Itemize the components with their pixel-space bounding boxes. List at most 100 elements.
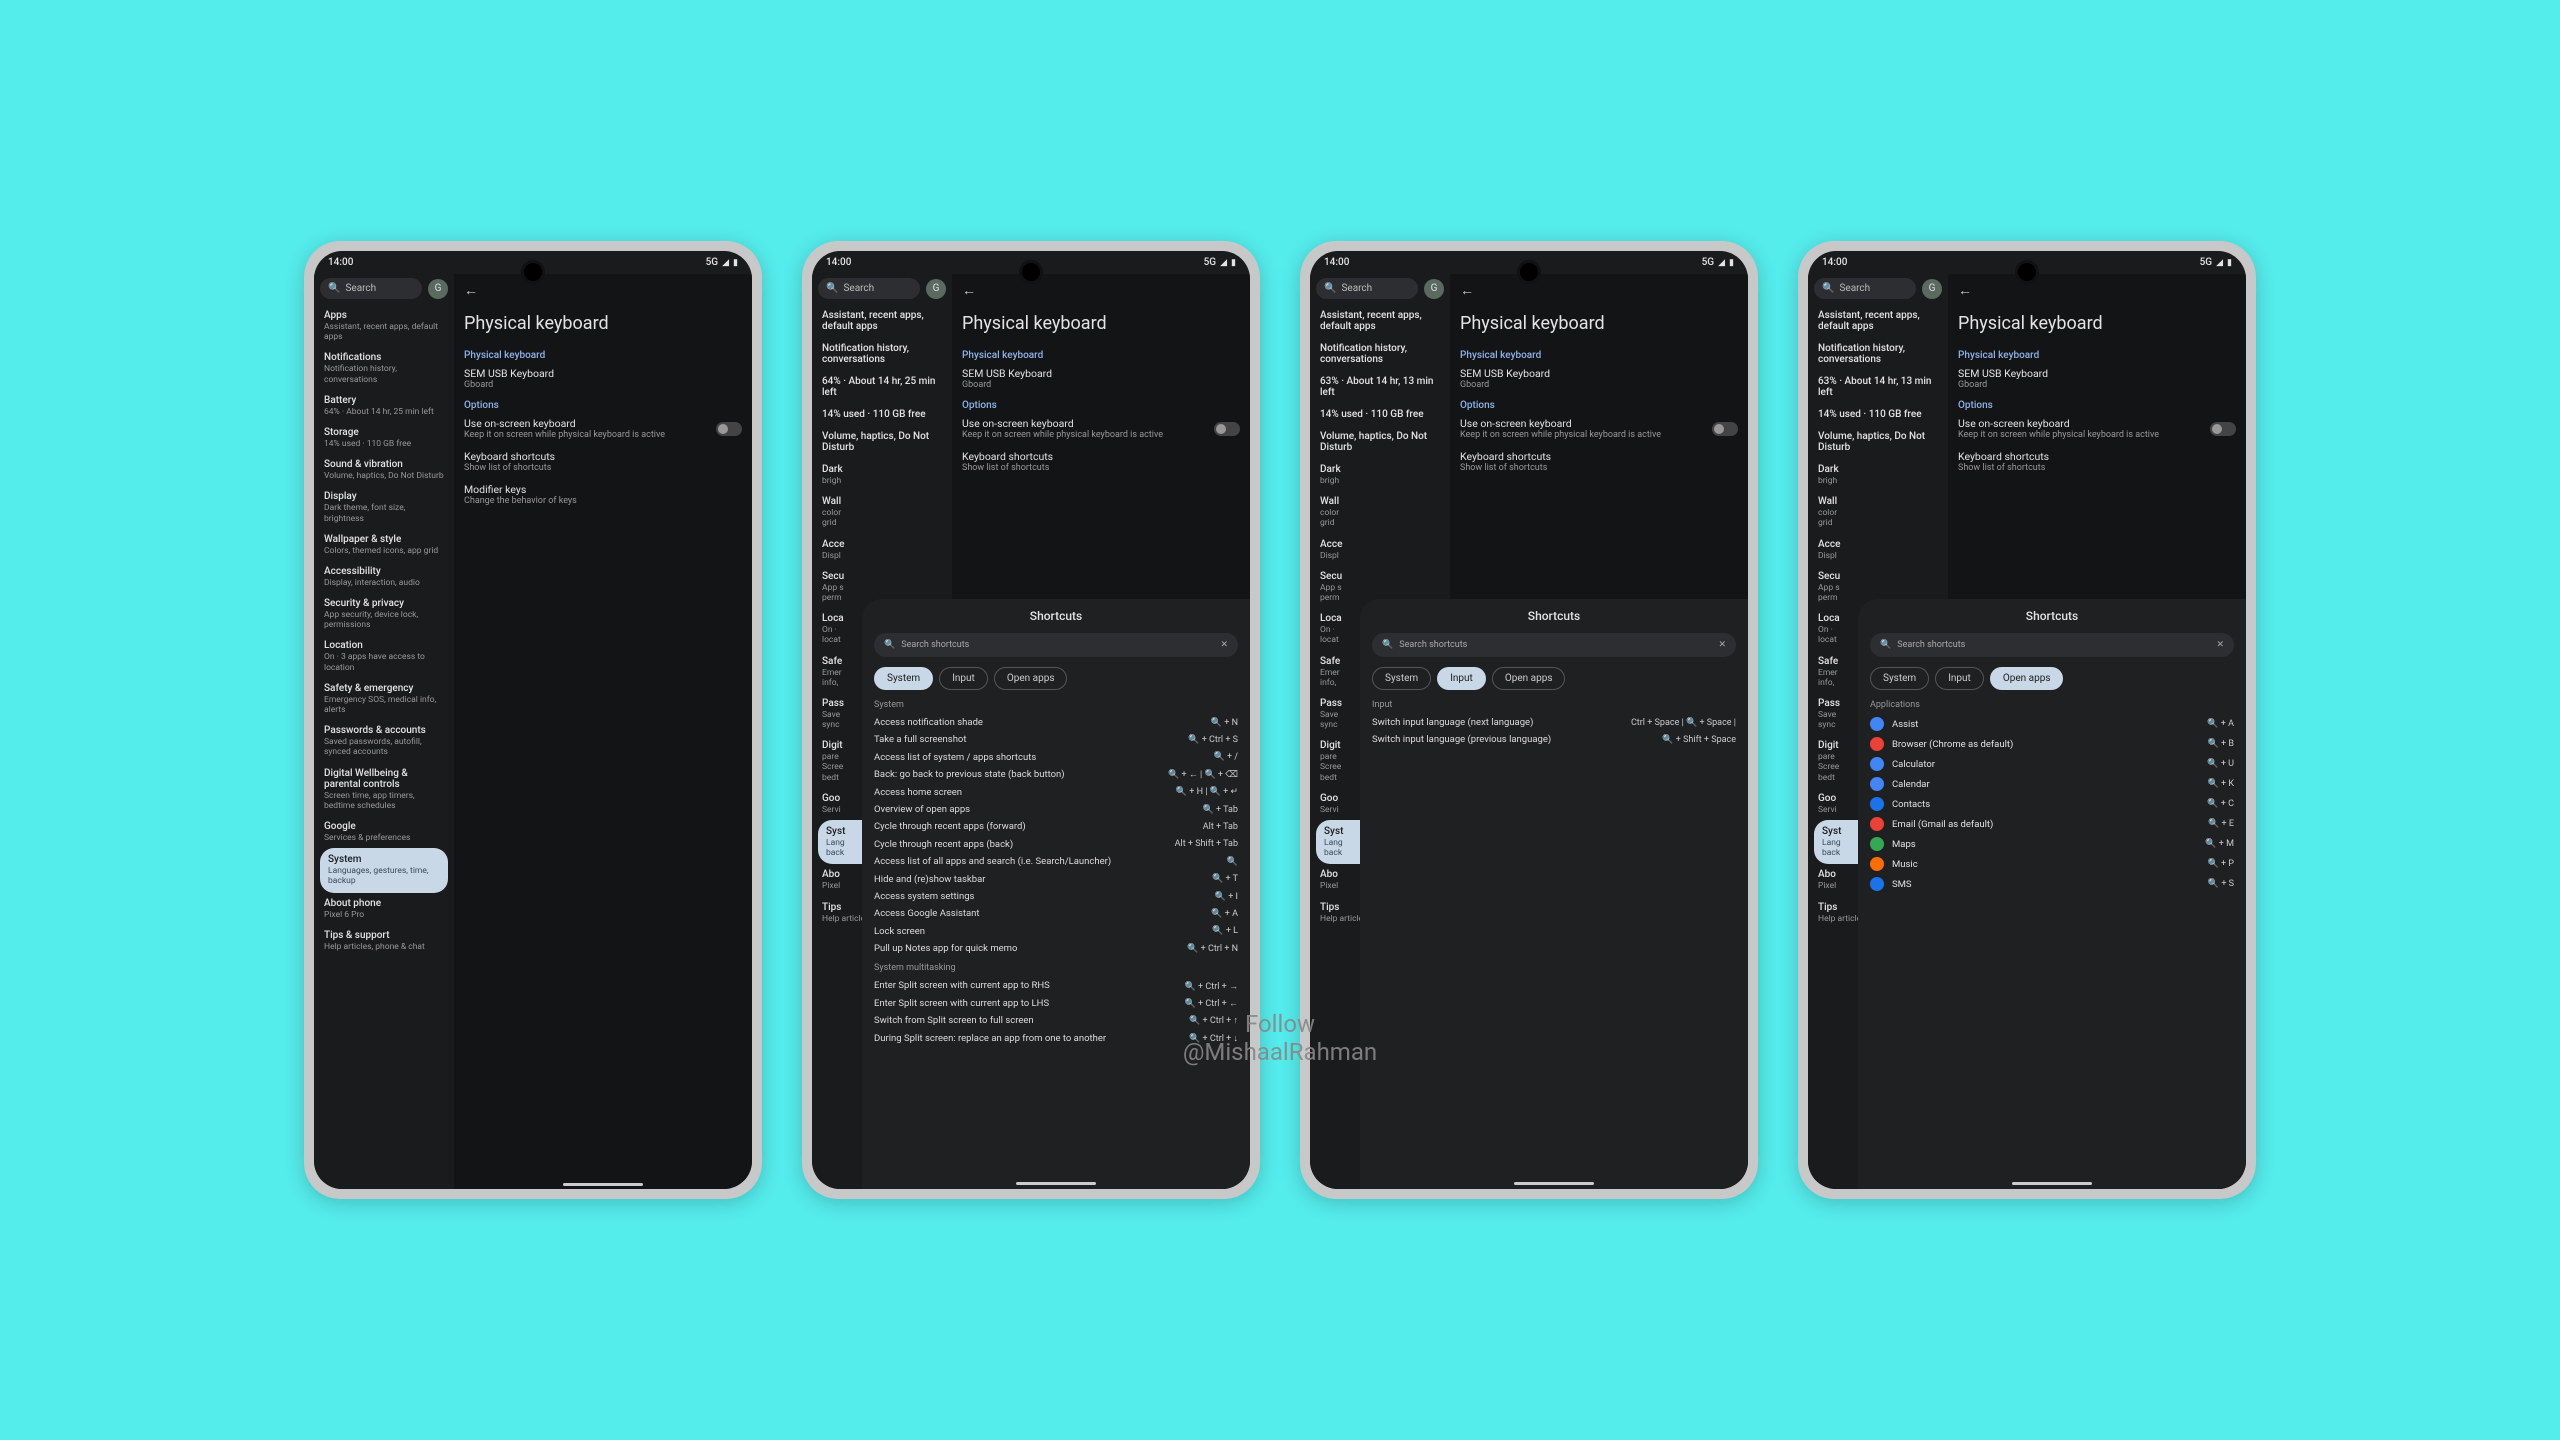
sidebar-item-accessibility[interactable]: AccessibilityDisplay, interaction, audio (320, 561, 448, 593)
gesture-bar[interactable] (1016, 1182, 1096, 1185)
sidebar-item-display[interactable]: DisplayDark theme, font size, brightness (320, 486, 448, 528)
sidebar-item-display[interactable]: Darkbrigh (1316, 459, 1444, 491)
app-shortcut-row: Music🔍 + P (1870, 854, 2234, 874)
tab-system[interactable]: System (1870, 667, 1929, 690)
sidebar-item-display[interactable]: Darkbrigh (818, 459, 946, 491)
sidebar-item-accessibility[interactable]: AcceDispl (1814, 534, 1942, 566)
sidebar-item-notifications[interactable]: Notification history, conversations (1316, 338, 1444, 371)
sidebar-item-battery[interactable]: 63% · About 14 hr, 13 min left (1316, 371, 1444, 404)
sidebar-item-apps[interactable]: AppsAssistant, recent apps, default apps (320, 305, 448, 347)
avatar[interactable]: G (428, 279, 448, 299)
page-title: Physical keyboard (464, 313, 742, 334)
phone-4: 14:005G◢▮ 🔍SearchGAssistant, recent apps… (1798, 241, 2256, 1199)
tab-input[interactable]: Input (939, 667, 988, 690)
app-icon (1870, 737, 1884, 751)
battery-icon: ▮ (733, 258, 738, 268)
shortcut-row: Access list of all apps and search (i.e.… (874, 853, 1238, 870)
sidebar-item-wallpaper-style[interactable]: Wallcolorgrid (818, 491, 946, 533)
tab-system[interactable]: System (874, 667, 933, 690)
sidebar-item-storage[interactable]: 14% used · 110 GB free (818, 404, 946, 426)
search-input[interactable]: 🔍Search (1316, 278, 1418, 299)
sidebar-item-storage[interactable]: 14% used · 110 GB free (1316, 404, 1444, 426)
use-onscreen-keyboard[interactable]: Use on-screen keyboard Keep it on screen… (464, 417, 742, 440)
sidebar-item-wallpaper-style[interactable]: Wallcolorgrid (1814, 491, 1942, 533)
phone-3: 14:005G◢▮ 🔍SearchGAssistant, recent apps… (1300, 241, 1758, 1199)
sidebar-item-system[interactable]: SystemLanguages, gestures, time, backup (320, 848, 448, 892)
gesture-bar[interactable] (563, 1183, 643, 1186)
shortcuts-overlay: Shortcuts 🔍 Search shortcuts ✕ System In… (862, 599, 1250, 1189)
app-shortcut-row: Maps🔍 + M (1870, 834, 2234, 854)
search-icon: 🔍 (884, 640, 895, 650)
sidebar-item-apps[interactable]: Assistant, recent apps, default apps (818, 305, 946, 338)
search-input[interactable]: 🔍Search (1814, 278, 1916, 299)
sidebar-item-about-phone[interactable]: About phonePixel 6 Pro (320, 893, 448, 925)
sidebar-item-sound-vibration[interactable]: Sound & vibrationVolume, haptics, Do Not… (320, 454, 448, 486)
sidebar-item-storage[interactable]: Storage14% used · 110 GB free (320, 422, 448, 454)
sidebar-item-location[interactable]: LocationOn · 3 apps have access to locat… (320, 635, 448, 677)
sidebar-item-sound-vibration[interactable]: Volume, haptics, Do Not Disturb (1814, 426, 1942, 459)
phone-2: 14:00 5G◢▮ 🔍SearchGAssistant, recent app… (802, 241, 1260, 1199)
clear-icon[interactable]: ✕ (1220, 640, 1228, 650)
avatar[interactable]: G (926, 279, 946, 299)
tab-open-apps[interactable]: Open apps (1492, 667, 1566, 690)
shortcut-row: Take a full screenshot🔍 + Ctrl + S (874, 731, 1238, 748)
sidebar-item-notifications[interactable]: NotificationsNotification history, conve… (320, 347, 448, 389)
back-button[interactable]: ← (464, 282, 742, 299)
tab-open-apps[interactable]: Open apps (994, 667, 1068, 690)
settings-sidebar[interactable]: 🔍Search G AppsAssistant, recent apps, defa… (314, 274, 454, 1189)
sidebar-item-battery[interactable]: Battery64% · About 14 hr, 25 min left (320, 390, 448, 422)
onscreen-switch[interactable] (716, 422, 742, 436)
sidebar-item-digital-wellbeing-parental-controls[interactable]: Digital Wellbeing & parental controlsScr… (320, 763, 448, 816)
camera-cutout (524, 263, 542, 281)
sidebar-item-notifications[interactable]: Notification history, conversations (818, 338, 946, 371)
shortcut-row: Overview of open apps🔍 + Tab (874, 801, 1238, 818)
shortcut-row: Switch from Split screen to full screen🔍… (874, 1012, 1238, 1029)
keyboard-device[interactable]: SEM USB Keyboard Gboard (464, 367, 742, 390)
sidebar-item-google[interactable]: GoogleServices & preferences (320, 816, 448, 848)
sidebar-item-safety-emergency[interactable]: Safety & emergencyEmergency SOS, medical… (320, 678, 448, 720)
app-icon (1870, 837, 1884, 851)
sidebar-item-passwords-accounts[interactable]: Passwords & accountsSaved passwords, aut… (320, 720, 448, 762)
sidebar-item-apps[interactable]: Assistant, recent apps, default apps (1814, 305, 1942, 338)
tab-input[interactable]: Input (1437, 667, 1486, 690)
shortcut-row: Enter Split screen with current app to L… (874, 995, 1238, 1012)
tab-input[interactable]: Input (1935, 667, 1984, 690)
sidebar-item-security-privacy[interactable]: Security & privacyApp security, device l… (320, 593, 448, 635)
shortcut-row: Access list of system / apps shortcuts🔍 … (874, 749, 1238, 766)
settings-main: ← Physical keyboard Physical keyboard SE… (454, 274, 752, 1189)
sidebar-item-battery[interactable]: 64% · About 14 hr, 25 min left (818, 371, 946, 404)
sidebar-item-sound-vibration[interactable]: Volume, haptics, Do Not Disturb (818, 426, 946, 459)
sidebar-item-tips-support[interactable]: Tips & supportHelp articles, phone & cha… (320, 925, 448, 957)
input-shortcut-list: Switch input language (next language)Ctr… (1372, 714, 1736, 749)
sidebar-item-accessibility[interactable]: AcceDispl (818, 534, 946, 566)
keyboard-shortcuts[interactable]: Keyboard shortcuts Show list of shortcut… (464, 450, 742, 473)
sidebar-item-accessibility[interactable]: AcceDispl (1316, 534, 1444, 566)
sidebar-item-notifications[interactable]: Notification history, conversations (1814, 338, 1942, 371)
tab-open-apps[interactable]: Open apps (1990, 667, 2064, 690)
avatar[interactable]: G (1922, 279, 1942, 299)
app-icon (1870, 757, 1884, 771)
app-shortcut-row: Email (Gmail as default)🔍 + E (1870, 814, 2234, 834)
modifier-keys[interactable]: Modifier keys Change the behavior of key… (464, 483, 742, 506)
sidebar-item-sound-vibration[interactable]: Volume, haptics, Do Not Disturb (1316, 426, 1444, 459)
sidebar-item-battery[interactable]: 63% · About 14 hr, 13 min left (1814, 371, 1942, 404)
app-shortcut-row: Browser (Chrome as default)🔍 + B (1870, 734, 2234, 754)
shortcut-row: Switch input language (previous language… (1372, 731, 1736, 748)
search-input[interactable]: 🔍Search (818, 278, 920, 299)
app-icon (1870, 857, 1884, 871)
sidebar-item-storage[interactable]: 14% used · 110 GB free (1814, 404, 1942, 426)
back-button[interactable]: ← (962, 282, 1240, 299)
section-options: Options (464, 400, 742, 411)
sidebar-item-display[interactable]: Darkbrigh (1814, 459, 1942, 491)
search-shortcuts[interactable]: 🔍 Search shortcuts ✕ (874, 633, 1238, 657)
sidebar-item-wallpaper-style[interactable]: Wallpaper & styleColors, themed icons, a… (320, 529, 448, 561)
search-icon: 🔍 (328, 283, 340, 294)
sidebar-item-apps[interactable]: Assistant, recent apps, default apps (1316, 305, 1444, 338)
search-icon: 🔍 (1822, 283, 1834, 294)
apps-shortcut-list: Assist🔍 + ABrowser (Chrome as default)🔍 … (1870, 714, 2234, 894)
tab-system[interactable]: System (1372, 667, 1431, 690)
avatar[interactable]: G (1424, 279, 1444, 299)
search-input[interactable]: 🔍Search (320, 278, 422, 299)
search-icon: 🔍 (1324, 283, 1336, 294)
sidebar-item-wallpaper-style[interactable]: Wallcolorgrid (1316, 491, 1444, 533)
